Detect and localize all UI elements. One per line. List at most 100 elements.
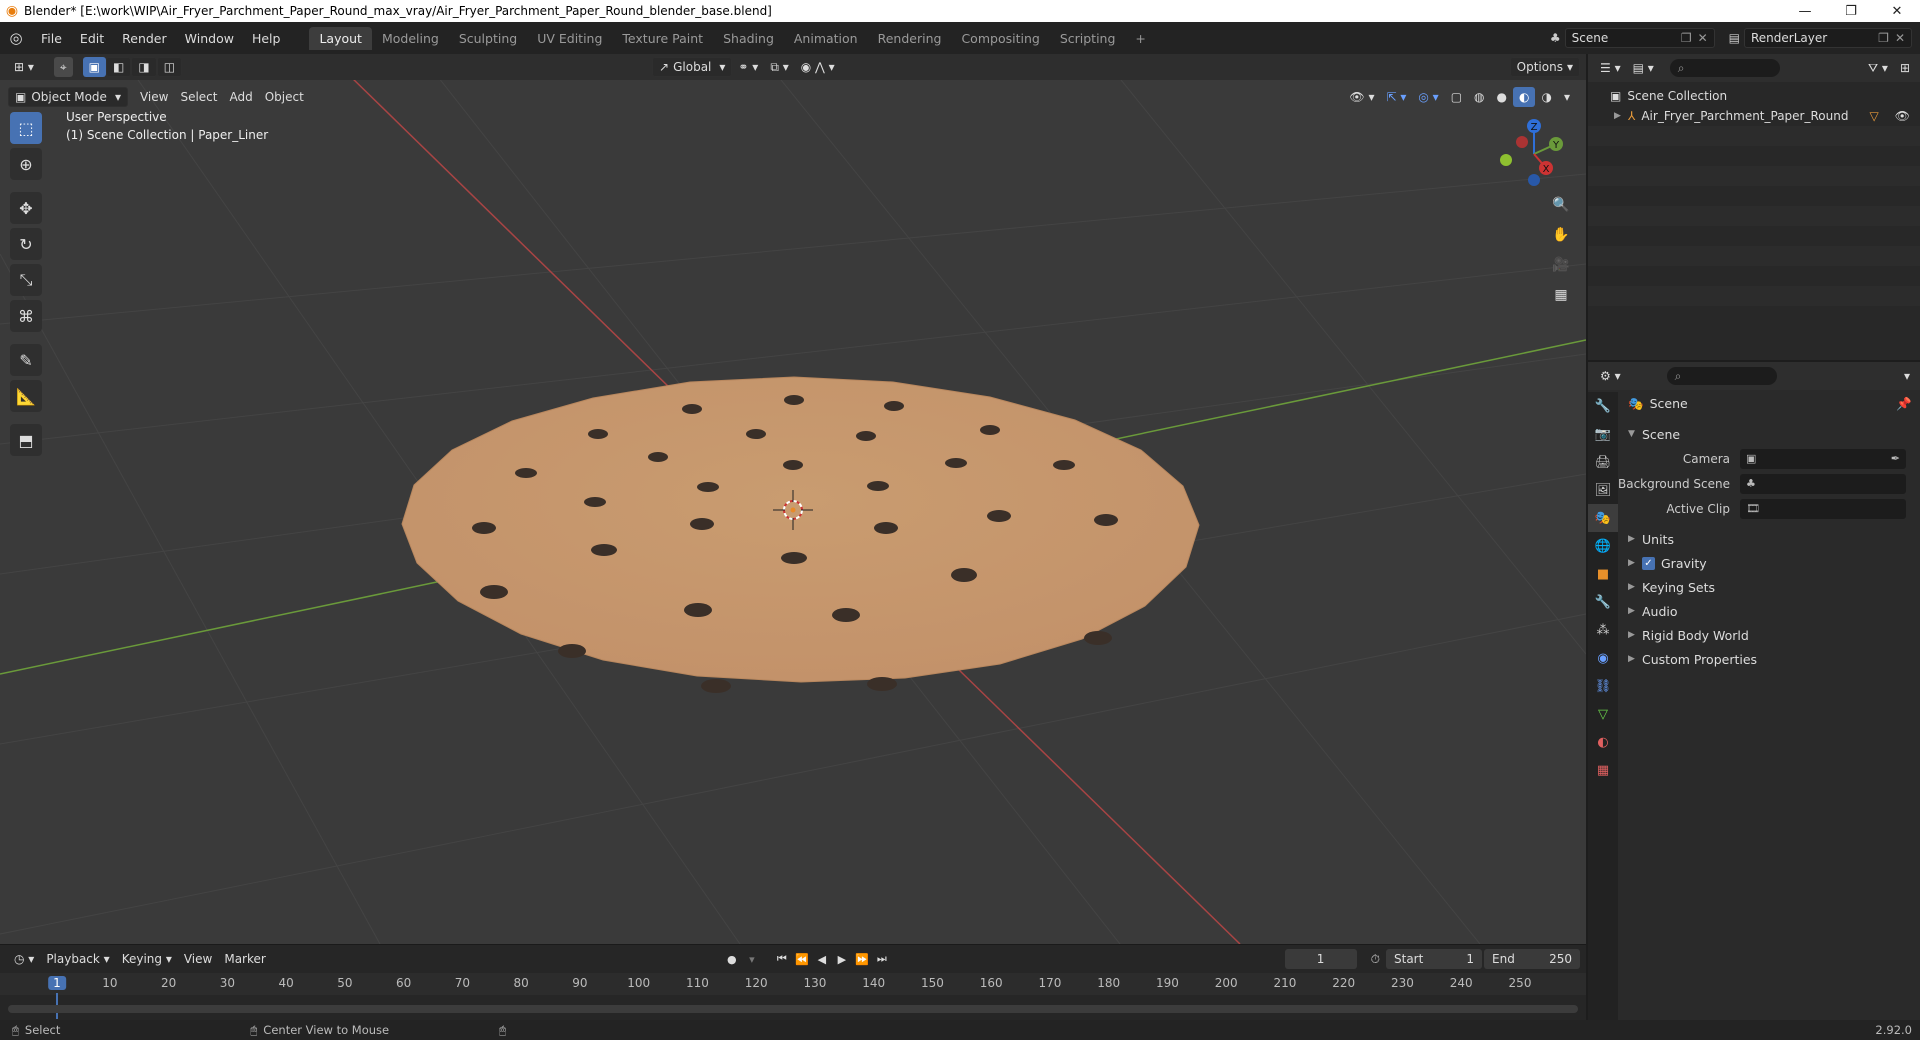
rotate-tool-icon[interactable]: ↻ <box>10 228 42 260</box>
wireframe-shading-icon[interactable]: ◍ <box>1468 87 1490 107</box>
options-button[interactable]: Options ▾ <box>1509 57 1580 77</box>
tab-sculpting[interactable]: Sculpting <box>449 27 527 50</box>
maximize-button[interactable]: ❐ <box>1828 0 1874 22</box>
end-frame-field[interactable]: End 250 <box>1484 949 1580 969</box>
background-scene-field[interactable]: ♣ <box>1740 473 1906 494</box>
view-layer-icon[interactable]: ▤ <box>1729 31 1740 45</box>
timeline-editor-type-icon[interactable]: ◷ ▾ <box>8 949 40 969</box>
menu-window[interactable]: Window <box>176 31 243 46</box>
xray-toggle-icon[interactable]: ▢ <box>1445 87 1468 107</box>
grid-view-icon[interactable]: ▦ <box>1548 282 1574 308</box>
measure-tool-icon[interactable]: 📐 <box>10 380 42 412</box>
tab-modeling[interactable]: Modeling <box>372 27 449 50</box>
pin-icon[interactable]: 📌 <box>1896 396 1912 412</box>
select-extend-icon[interactable]: ◧ <box>106 57 132 77</box>
viewport-canvas[interactable] <box>0 54 1586 944</box>
solid-shading-icon[interactable]: ● <box>1491 87 1513 107</box>
tab-compositing[interactable]: Compositing <box>951 27 1049 50</box>
view-layer-tab-icon[interactable]: 🖼 <box>1588 476 1618 504</box>
timeline-scrollbar[interactable] <box>8 1005 1578 1013</box>
snap-icon[interactable]: ⧉ ▾ <box>764 57 794 77</box>
mesh-data-tab-icon[interactable]: ▽ <box>1588 700 1618 728</box>
copy-icon[interactable]: ❐ <box>1681 31 1692 45</box>
select-new-icon[interactable]: ▣ <box>82 57 107 77</box>
rendered-shading-icon[interactable]: ◑ <box>1535 87 1557 107</box>
constraints-tab-icon[interactable]: ⛓ <box>1588 672 1618 700</box>
gravity-checkbox[interactable]: ✓ <box>1642 556 1655 570</box>
properties-panel[interactable]: ⚙ ▾ ⌕ ▾ 🔧 📷 🖨 🖼 🎭 🌐 ■ 🔧 ⁂ ◉ ⛓ ▽ ◐ ▦ 🎭 Sce… <box>1588 362 1920 1020</box>
transform-orientation-dropdown[interactable]: ↗ Global ▾ <box>652 57 733 77</box>
tab-rendering[interactable]: Rendering <box>868 27 952 50</box>
remove-icon[interactable]: ✕ <box>1698 31 1708 45</box>
rigid-body-world-panel-header[interactable]: ▶ Rigid Body World <box>1618 623 1920 647</box>
particles-tab-icon[interactable]: ⁂ <box>1588 616 1618 644</box>
scene-icon[interactable]: ♣ <box>1550 31 1561 45</box>
texture-tab-icon[interactable]: ▦ <box>1588 756 1618 784</box>
visibility-icon[interactable]: 👁 ▾ <box>1343 87 1380 107</box>
tab-uv-editing[interactable]: UV Editing <box>527 27 612 50</box>
navigation-gizmo[interactable]: Z Y X <box>1494 114 1574 194</box>
record-icon[interactable]: ● <box>722 949 742 969</box>
overlay-toggle-icon[interactable]: ◎ ▾ <box>1412 87 1444 107</box>
remove-icon[interactable]: ✕ <box>1895 31 1905 45</box>
eyedropper-icon[interactable]: ✒ <box>1891 452 1900 465</box>
new-collection-icon[interactable]: ⊞ <box>1894 58 1916 78</box>
3d-viewport[interactable]: ⊞ ▾ ⌖ ▣ ◧ ◨ ◫ ↗ Global ▾ ⚭ ▾ ⧉ ▾ ◉ ⋀ ▾ O… <box>0 54 1586 944</box>
display-mode-icon[interactable]: ▤ ▾ <box>1627 58 1660 78</box>
tab-texture-paint[interactable]: Texture Paint <box>612 27 713 50</box>
view-layer-selector[interactable]: RenderLayer ❐ ✕ <box>1744 28 1912 48</box>
select-subtract-icon[interactable]: ◨ <box>131 57 157 77</box>
proportional-edit-icon[interactable]: ◉ ⋀ ▾ <box>795 57 841 77</box>
custom-properties-panel-header[interactable]: ▶ Custom Properties <box>1618 647 1920 671</box>
tab-scripting[interactable]: Scripting <box>1050 27 1126 50</box>
jump-end-icon[interactable]: ⏭ <box>872 949 892 969</box>
cursor-tool-icon[interactable]: ⊕ <box>10 148 42 180</box>
chevron-down-icon[interactable]: ▾ <box>742 949 762 969</box>
close-button[interactable]: ✕ <box>1874 0 1920 22</box>
outliner-row-object[interactable]: ▶ ⅄ Air_Fryer_Parchment_Paper_Round ▽ 👁 <box>1588 106 1920 126</box>
mesh-data-icon[interactable]: ▽ <box>1870 109 1879 123</box>
filter-icon[interactable]: ⛛ ▾ <box>1862 58 1894 78</box>
menu-playback[interactable]: Playback ▾ <box>40 949 115 969</box>
outliner-editor-type-icon[interactable]: ☰ ▾ <box>1594 58 1627 78</box>
tweak-tool-icon[interactable]: ⌖ <box>53 57 73 77</box>
material-tab-icon[interactable]: ◐ <box>1588 728 1618 756</box>
select-intersect-icon[interactable]: ◫ <box>156 57 183 77</box>
menu-view[interactable]: View <box>134 87 174 107</box>
expand-arrow-icon[interactable]: ▶ <box>1614 111 1628 121</box>
menu-marker[interactable]: Marker <box>218 949 271 969</box>
object-tab-icon[interactable]: ■ <box>1588 560 1618 588</box>
world-tab-icon[interactable]: 🌐 <box>1588 532 1618 560</box>
active-clip-field[interactable]: 🎞 <box>1740 498 1906 519</box>
material-shading-icon[interactable]: ◐ <box>1513 87 1536 107</box>
minimize-button[interactable]: — <box>1782 0 1828 22</box>
menu-edit[interactable]: Edit <box>71 31 113 46</box>
physics-tab-icon[interactable]: ◉ <box>1588 644 1618 672</box>
properties-editor-type-icon[interactable]: ⚙ ▾ <box>1594 366 1627 386</box>
scale-tool-icon[interactable]: ⤡ <box>10 264 42 296</box>
copy-icon[interactable]: ❐ <box>1878 31 1889 45</box>
audio-panel-header[interactable]: ▶ Audio <box>1618 599 1920 623</box>
gizmo-toggle-icon[interactable]: ⇱ ▾ <box>1380 87 1412 107</box>
keying-sets-panel-header[interactable]: ▶ Keying Sets <box>1618 575 1920 599</box>
scene-selector[interactable]: Scene ❐ ✕ <box>1564 28 1715 48</box>
add-workspace-button[interactable]: + <box>1125 27 1155 50</box>
tool-tab-icon[interactable]: 🔧 <box>1588 392 1618 420</box>
render-tab-icon[interactable]: 📷 <box>1588 420 1618 448</box>
menu-keying[interactable]: Keying ▾ <box>116 949 178 969</box>
eye-icon[interactable]: 👁 <box>1895 109 1910 123</box>
menu-select[interactable]: Select <box>174 87 223 107</box>
jump-start-icon[interactable]: ⏮ <box>772 949 792 969</box>
stopwatch-icon[interactable]: ⏱ <box>1371 952 1380 967</box>
move-tool-icon[interactable]: ✥ <box>10 192 42 224</box>
transform-tool-icon[interactable]: ⌘ <box>10 300 42 332</box>
zoom-icon[interactable]: 🔍 <box>1548 192 1574 218</box>
pivot-point-icon[interactable]: ⚭ ▾ <box>732 57 764 77</box>
timeline-editor[interactable]: ◷ ▾ Playback ▾ Keying ▾ View Marker ● ▾ … <box>0 944 1586 1020</box>
outliner-row-scene-collection[interactable]: ▣ Scene Collection <box>1588 86 1920 106</box>
units-panel-header[interactable]: ▶ Units <box>1618 527 1920 551</box>
camera-view-icon[interactable]: 🎥 <box>1548 252 1574 278</box>
shading-options-icon[interactable]: ▾ <box>1558 87 1576 107</box>
current-frame-field[interactable]: 1 <box>1284 949 1357 969</box>
tab-layout[interactable]: Layout <box>309 26 372 50</box>
